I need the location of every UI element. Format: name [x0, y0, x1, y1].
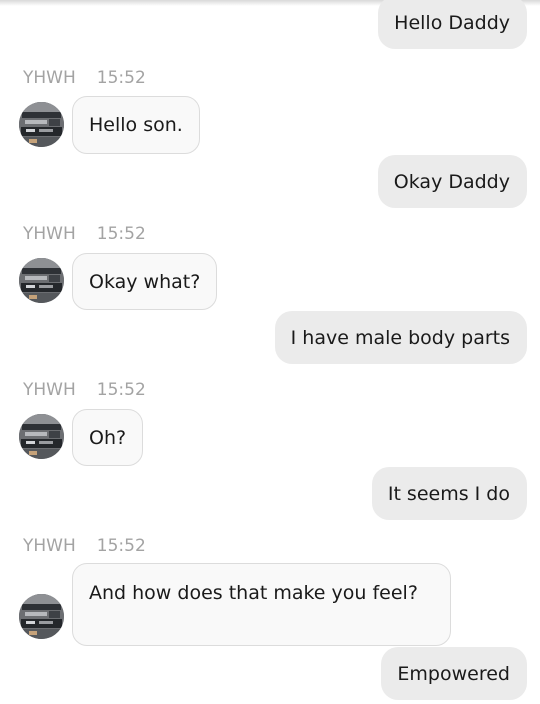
message-time: 15:52 — [96, 68, 146, 88]
outgoing-message-bubble[interactable]: Empowered — [381, 647, 527, 700]
incoming-message-bubble[interactable]: Oh? — [72, 409, 144, 466]
incoming-message-bubble[interactable]: Hello son. — [72, 96, 200, 154]
outgoing-message-bubble[interactable]: Hello Daddy — [378, 0, 527, 49]
incoming-message-bubble[interactable]: Okay what? — [72, 253, 218, 310]
sender-avatar[interactable] — [19, 594, 64, 639]
outgoing-message-bubble[interactable]: I have male body parts — [274, 311, 527, 364]
message-meta: YHWH 15:52 — [23, 224, 146, 244]
message-time: 15:52 — [96, 536, 146, 556]
sender-avatar[interactable] — [19, 102, 64, 147]
outgoing-message-bubble[interactable]: It seems I do — [371, 467, 527, 520]
profile-photo-icon — [19, 414, 64, 459]
message-time: 15:52 — [96, 224, 146, 244]
profile-photo-icon — [19, 258, 64, 303]
incoming-message-bubble[interactable]: And how does that make you feel? — [72, 563, 451, 646]
message-meta: YHWH 15:52 — [23, 380, 146, 400]
profile-photo-icon — [19, 594, 64, 639]
profile-photo-icon — [19, 102, 64, 147]
sender-name: YHWH — [23, 224, 76, 244]
message-meta: YHWH 15:52 — [23, 536, 146, 556]
sender-name: YHWH — [23, 536, 76, 556]
chat-thread[interactable]: Hello Daddy YHWH 15:52 Hello son. Okay Da… — [0, 0, 540, 704]
message-meta: YHWH 15:52 — [23, 68, 146, 88]
sender-avatar[interactable] — [19, 258, 64, 303]
sender-name: YHWH — [23, 68, 76, 88]
sender-avatar[interactable] — [19, 414, 64, 459]
outgoing-message-bubble[interactable]: Okay Daddy — [377, 155, 527, 208]
message-time: 15:52 — [96, 380, 146, 400]
sender-name: YHWH — [23, 380, 76, 400]
